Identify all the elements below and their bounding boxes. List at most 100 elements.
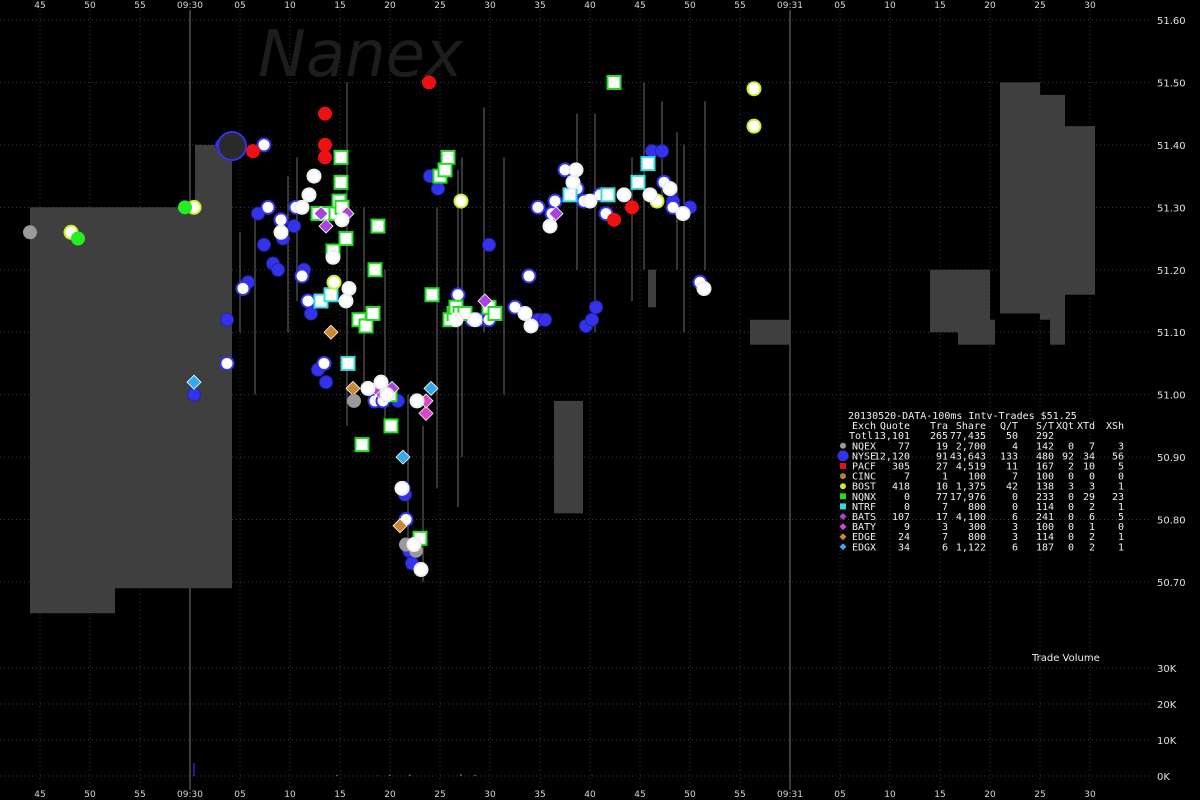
x-tick-label-top: 55 — [134, 1, 145, 11]
marker-nyse — [287, 219, 301, 234]
x-tick-label-bottom: 05 — [234, 790, 245, 800]
legend-cell: 0 — [1068, 542, 1074, 553]
x-tick-label-bottom: 09:31 — [777, 790, 803, 800]
x-tick-label-top: 09:31 — [777, 1, 803, 11]
x-tick-label-bottom: 50 — [684, 790, 696, 800]
marker-pacf — [422, 75, 436, 90]
x-tick-label-top: 45 — [634, 1, 645, 11]
x-tick-label-bottom: 09:30 — [177, 790, 203, 800]
marker-other-white — [338, 293, 354, 309]
marker-nyse-open — [530, 199, 546, 215]
y-tick-label: 51.50 — [1157, 78, 1186, 89]
volume-tick-label: 30K — [1157, 664, 1177, 675]
quote-band — [115, 207, 165, 589]
marker-other-white — [306, 168, 322, 184]
x-tick-label-bottom: 10 — [884, 790, 896, 800]
volume-axis-title: Trade Volume — [1031, 653, 1100, 664]
marker-nqnx — [370, 218, 386, 234]
marker-other-white — [675, 206, 691, 222]
legend-cell: 1,122 — [956, 542, 986, 553]
marker-nyse — [257, 237, 271, 252]
price-chart: Nanex 45 50 55 09:30 05 10 15 20 25 30 35 40 45 50 55 0… — [0, 0, 1200, 800]
marker-nyse-open — [316, 355, 332, 371]
marker-nqnx — [354, 437, 370, 453]
marker-nyse — [271, 262, 285, 277]
marker-nqnx — [424, 287, 440, 303]
marker-nyse — [538, 312, 552, 327]
quote-band — [648, 269, 656, 308]
x-tick-label-top: 10 — [284, 1, 296, 11]
marker-ntrf — [600, 187, 616, 203]
x-tick-label-top: 05 — [834, 1, 845, 11]
x-tick-label-bottom: 20 — [984, 790, 996, 800]
y-tick-label: 51.00 — [1157, 391, 1186, 402]
legend-marker-nqex — [840, 442, 846, 449]
x-tick-label-bottom: 20 — [384, 790, 396, 800]
marker-nyse — [319, 375, 333, 390]
marker-other-white — [662, 181, 678, 197]
x-tick-label-bottom: 45 — [34, 790, 45, 800]
marker-other-white — [467, 312, 483, 328]
legend-header-xtd: XTd — [1077, 421, 1095, 432]
marker-nyse — [187, 387, 201, 402]
marker-other-white — [696, 281, 712, 297]
marker-other-white — [448, 312, 464, 328]
marker-other-white — [542, 218, 558, 234]
quote-band — [1065, 126, 1095, 295]
marker-nqnx — [367, 262, 383, 278]
marker-nyse-open — [450, 287, 466, 303]
marker-nqnx — [338, 231, 354, 247]
marker-other-white — [616, 187, 632, 203]
marker-other-white — [360, 380, 376, 396]
marker-nyse-open — [219, 355, 235, 371]
legend-cell: 187 — [1036, 542, 1054, 553]
x-tick-label-top: 15 — [334, 1, 345, 11]
quote-band — [1000, 82, 1040, 314]
x-tick-label-top: 20 — [984, 1, 996, 11]
marker-green-quote — [71, 231, 85, 246]
marker-other-white — [325, 249, 341, 265]
marker-nyse — [220, 312, 234, 327]
quote-band — [958, 319, 995, 345]
marker-nyse — [431, 181, 445, 196]
marker-nqnx — [333, 174, 349, 190]
marker-nqnx — [333, 149, 349, 165]
marker-bost — [746, 81, 762, 97]
marker-nyse-open — [273, 212, 289, 228]
marker-nqnx — [358, 318, 374, 334]
quote-band — [554, 400, 583, 514]
x-tick-label-top: 40 — [584, 1, 596, 11]
marker-other-white — [413, 562, 429, 578]
marker-bost — [453, 193, 469, 209]
x-tick-label-bottom: 25 — [1034, 790, 1045, 800]
marker-pacf — [246, 144, 260, 159]
marker-other-white — [373, 374, 389, 390]
marker-nqnx — [487, 305, 503, 321]
marker-ntrf — [562, 187, 578, 203]
marker-other-white — [642, 187, 658, 203]
marker-other-white — [273, 224, 289, 240]
marker-ntrf — [340, 355, 356, 371]
x-tick-label-bottom: 10 — [284, 790, 296, 800]
marker-ntrf — [640, 156, 656, 172]
marker-nqnx — [383, 418, 399, 434]
marker-other-white — [565, 174, 581, 190]
marker-other-white — [394, 480, 410, 496]
x-tick-label-top: 25 — [1034, 1, 1045, 11]
legend-header-xqt: XQt — [1056, 421, 1074, 432]
y-tick-label: 50.80 — [1157, 516, 1186, 527]
x-tick-label-top: 15 — [934, 1, 945, 11]
marker-nyse — [482, 237, 496, 252]
marker-bost — [746, 118, 762, 134]
x-tick-label-top: 45 — [34, 1, 45, 11]
marker-other-white — [379, 387, 395, 403]
quote-band — [1050, 269, 1065, 345]
y-tick-label: 51.60 — [1157, 16, 1186, 27]
x-tick-label-bottom: 50 — [84, 790, 96, 800]
x-tick-label-bottom: 15 — [934, 790, 945, 800]
marker-pacf — [625, 200, 639, 215]
marker-nyse — [585, 312, 599, 327]
x-tick-label-bottom: 30 — [1084, 790, 1096, 800]
volume-tick-label: 10K — [1157, 736, 1177, 747]
marker-ntrf — [630, 174, 646, 190]
